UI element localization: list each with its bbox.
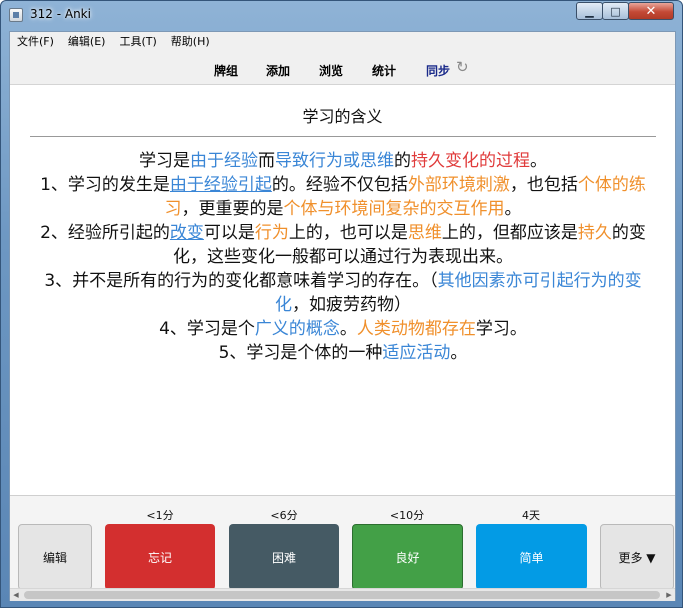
card-line: 2、经验所引起的改变可以是行为上的，也可以是思维上的，但都应该是持久的变化，这些… [30, 221, 656, 269]
stats-link[interactable]: 统计 [372, 62, 396, 79]
scroll-right-icon[interactable]: ▶ [663, 589, 675, 601]
card-webview: 学习的含义 学习是由于经验而导致行为或思维的持久变化的过程。 1、学习的发生是由于… [10, 85, 675, 495]
card-line: 学习是由于经验而导致行为或思维的持久变化的过程。 [30, 149, 656, 173]
card-text: 5、学习是个体的一种 [218, 343, 383, 363]
top-toolbar: 牌组 添加 浏览 统计 同步 ↻ [10, 52, 675, 85]
menu-bar: 文件(F) 编辑(E) 工具(T) 帮助(H) [10, 32, 675, 52]
card-question-title: 学习的含义 [302, 107, 383, 126]
card-line: 4、学习是个广义的概念。人类动物都存在学习。 [30, 317, 656, 341]
highlighted-text: 由于经验引起 [169, 175, 272, 195]
good-interval: <10分 [389, 509, 425, 522]
again-interval: <1分 [146, 509, 174, 522]
highlighted-text: 由于经验 [190, 151, 258, 171]
highlighted-text: 持久 [577, 223, 612, 243]
maximize-button[interactable]: □ [602, 2, 629, 20]
highlighted-text: 人类动物都存在 [356, 319, 476, 339]
card-text: 而 [258, 151, 275, 171]
menu-help[interactable]: 帮助(H) [164, 32, 217, 52]
again-button[interactable]: 忘记 [105, 524, 215, 590]
main-client-area: 文件(F) 编辑(E) 工具(T) 帮助(H) 牌组 添加 浏览 统计 同步 ↻… [9, 31, 676, 601]
easy-button[interactable]: 简单 [476, 524, 587, 590]
menu-edit[interactable]: 编辑(E) [61, 32, 113, 52]
card-text: 学习是 [139, 151, 190, 171]
card-text: 3、并不是所有的行为的变化都意味着学习的存在。（ [44, 271, 438, 291]
card-text: ，也包括 [509, 175, 578, 195]
highlighted-text: 外部环境刺激 [407, 175, 510, 195]
window-title: 312 - Anki [30, 7, 91, 21]
sync-icon[interactable]: ↻ [456, 60, 471, 75]
highlighted-text: 导致行为或思维 [275, 151, 394, 171]
menu-tools[interactable]: 工具(T) [112, 32, 163, 52]
highlighted-text: 行为 [254, 223, 289, 243]
highlighted-text: 思维 [407, 223, 442, 243]
good-button[interactable]: 良好 [352, 524, 463, 590]
title-bar: 312 - Anki ▁ □ ✕ [1, 1, 682, 29]
card-text: ，如疲劳药物） [292, 295, 411, 315]
highlighted-text: 改变 [169, 223, 204, 243]
card-line: 1、学习的发生是由于经验引起的。经验不仅包括外部环境刺激，也包括个体的练习，更重… [30, 173, 656, 221]
card-text: 可以是 [203, 223, 255, 243]
card-answer-content: 学习是由于经验而导致行为或思维的持久变化的过程。 1、学习的发生是由于经验引起的。… [30, 149, 656, 365]
card-text: 。 [530, 151, 547, 171]
card-text: 。 [339, 319, 357, 339]
highlighted-text: 适应活动 [382, 343, 451, 363]
edit-button[interactable]: 编辑 [18, 524, 92, 590]
card-text: ，更重要的是 [181, 199, 284, 219]
menu-file[interactable]: 文件(F) [10, 32, 61, 52]
add-link[interactable]: 添加 [266, 62, 290, 79]
card-line: 5、学习是个体的一种适应活动。 [30, 341, 656, 365]
scrollbar-thumb[interactable] [24, 591, 660, 599]
scroll-left-icon[interactable]: ◀ [10, 589, 22, 601]
decks-link[interactable]: 牌组 [214, 62, 238, 79]
card-text: 1、学习的发生是 [40, 175, 170, 195]
highlighted-text: 持久变化的过程 [411, 151, 530, 171]
card-text: 。 [504, 199, 522, 219]
card-text: 学习。 [475, 319, 527, 339]
card-text: 上的，但都应该是 [441, 223, 578, 243]
close-button[interactable]: ✕ [628, 2, 674, 20]
easy-interval: 4天 [522, 509, 540, 522]
hard-interval: <6分 [270, 509, 298, 522]
horizontal-scrollbar[interactable]: ◀ ▶ [10, 588, 675, 601]
card-text: 。 [450, 343, 468, 363]
more-button[interactable]: 更多 ▼ [600, 524, 674, 590]
app-window: 312 - Anki ▁ □ ✕ 文件(F) 编辑(E) 工具(T) 帮助(H)… [0, 0, 683, 608]
card-text: 2、经验所引起的 [40, 223, 170, 243]
card-text: 的 [394, 151, 411, 171]
answer-button-bar: <1分 <6分 <10分 4天 编辑 忘记 困难 良好 简单 更多 ▼ [10, 495, 675, 601]
card-text: 上的，也可以是 [288, 223, 408, 243]
card-text: 的。经验不仅包括 [271, 175, 408, 195]
sync-link[interactable]: 同步 [426, 62, 450, 79]
highlighted-text: 广义的概念 [254, 319, 340, 339]
question-answer-divider [30, 136, 656, 137]
browse-link[interactable]: 浏览 [319, 62, 343, 79]
card-text: 4、学习是个 [159, 319, 255, 339]
minimize-button[interactable]: ▁ [576, 2, 603, 20]
card-line: 3、并不是所有的行为的变化都意味着学习的存在。（其他因素亦可引起行为的变化，如疲… [30, 269, 656, 317]
hard-button[interactable]: 困难 [229, 524, 339, 590]
anki-app-icon [9, 8, 23, 22]
highlighted-text: 个体与环境间复杂的交互作用 [283, 199, 505, 219]
